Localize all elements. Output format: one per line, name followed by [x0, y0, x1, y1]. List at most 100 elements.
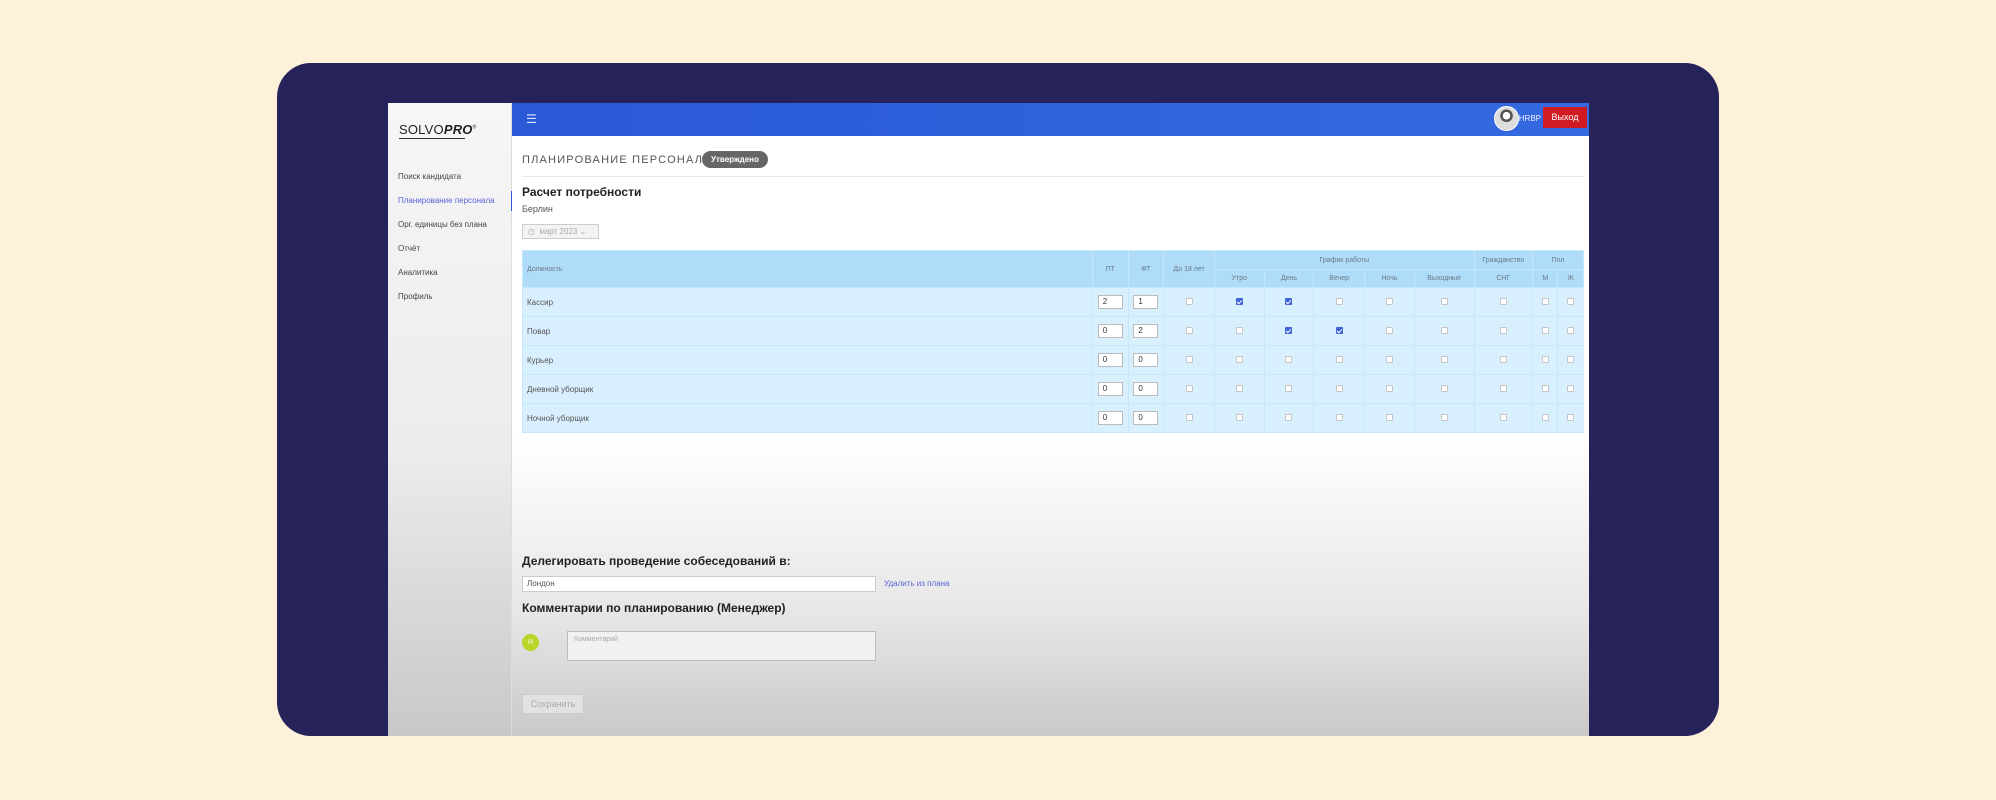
checkbox-night[interactable]: [1385, 414, 1393, 422]
checkbox-female[interactable]: [1567, 385, 1575, 393]
checkbox-under-18[interactable]: [1185, 414, 1193, 422]
table-row: Ночной уборщик 0 0: [522, 403, 1584, 433]
checkbox-evening[interactable]: [1335, 327, 1343, 335]
group-schedule: График работы: [1214, 250, 1475, 270]
checkbox-weekend[interactable]: [1440, 327, 1448, 335]
checkbox-under-18[interactable]: [1185, 385, 1193, 393]
checkbox-night[interactable]: [1385, 298, 1393, 306]
col-morning: Утро: [1214, 269, 1265, 288]
checkbox-female[interactable]: [1567, 298, 1575, 306]
checkbox-under-18[interactable]: [1185, 298, 1193, 306]
checkbox-night[interactable]: [1385, 356, 1393, 364]
group-citizenship: Гражданство: [1473, 250, 1534, 270]
sidebar-item-units-without-plan[interactable]: Орг. единицы без плана: [388, 213, 512, 237]
ft-input[interactable]: 2: [1133, 324, 1159, 338]
checkbox-male[interactable]: [1541, 356, 1549, 364]
checkbox-female[interactable]: [1567, 327, 1575, 335]
delegate-location-field[interactable]: Лондон: [522, 576, 876, 592]
checkbox-male[interactable]: [1541, 327, 1549, 335]
app-window: SOLVOPRO® Поиск кандидата Планирование п…: [388, 103, 1589, 736]
sidebar-item-report[interactable]: Отчёт: [388, 237, 512, 261]
checkbox-day[interactable]: [1285, 298, 1293, 306]
pt-input[interactable]: 2: [1097, 295, 1123, 309]
checkbox-male[interactable]: [1541, 414, 1549, 422]
checkbox-male[interactable]: [1541, 298, 1549, 306]
table-row: Курьер 0 0: [522, 345, 1584, 375]
sidebar-item-analytics[interactable]: Аналитика: [388, 261, 512, 285]
checkbox-weekend[interactable]: [1440, 356, 1448, 364]
checkbox-day[interactable]: [1285, 385, 1293, 393]
checkbox-weekend[interactable]: [1440, 385, 1448, 393]
pt-input[interactable]: 0: [1097, 353, 1123, 367]
checkbox-cis[interactable]: [1499, 356, 1507, 364]
checkbox-night[interactable]: [1385, 327, 1393, 335]
checkbox-morning[interactable]: [1235, 327, 1243, 335]
ft-input[interactable]: 0: [1133, 353, 1159, 367]
col-day: День: [1263, 269, 1315, 288]
row-position: Дневной уборщик: [522, 374, 1093, 404]
divider: [522, 176, 1584, 177]
row-position: Курьер: [522, 345, 1093, 375]
checkbox-morning[interactable]: [1235, 356, 1243, 364]
sidebar-item-staff-planning[interactable]: Планирование персонала: [388, 189, 513, 213]
month-picker[interactable]: ◷ март 2023 ⌄: [522, 224, 599, 239]
checkbox-night[interactable]: [1385, 385, 1393, 393]
table-row: Повар 0 2: [522, 316, 1584, 346]
checkbox-day[interactable]: [1285, 414, 1293, 422]
col-cis: СНГ: [1473, 269, 1534, 288]
col-under-18: До 18 лет: [1163, 250, 1216, 288]
pt-input[interactable]: 0: [1097, 382, 1123, 396]
checkbox-evening[interactable]: [1335, 414, 1343, 422]
ft-input[interactable]: 1: [1133, 295, 1159, 309]
remove-from-plan-link[interactable]: Удалить из плана: [884, 579, 949, 588]
ft-input[interactable]: 0: [1133, 382, 1159, 396]
checkbox-under-18[interactable]: [1185, 327, 1193, 335]
top-bar: ☰ HRBP Выход: [512, 103, 1589, 136]
checkbox-morning[interactable]: [1235, 385, 1243, 393]
user-avatar: H: [522, 634, 539, 651]
checkbox-under-18[interactable]: [1185, 356, 1193, 364]
calc-section-title: Расчет потребности: [522, 185, 642, 199]
chevron-down-icon: ⌄: [579, 227, 587, 236]
checkbox-cis[interactable]: [1499, 327, 1507, 335]
sidebar-item-profile[interactable]: Профиль: [388, 285, 512, 309]
main-content: ПЛАНИРОВАНИЕ ПЕРСОНАЛА Утверждено Расчет…: [512, 136, 1589, 736]
checkbox-morning[interactable]: [1235, 414, 1243, 422]
user-name: HRBP: [1518, 114, 1541, 123]
checkbox-cis[interactable]: [1499, 385, 1507, 393]
col-night: Ночь: [1364, 269, 1415, 288]
checkbox-cis[interactable]: [1499, 298, 1507, 306]
row-position: Кассир: [522, 287, 1093, 317]
col-position: Должность: [522, 250, 1093, 288]
checkbox-morning[interactable]: [1235, 298, 1243, 306]
checkbox-cis[interactable]: [1499, 414, 1507, 422]
avatar[interactable]: [1494, 106, 1519, 131]
checkbox-weekend[interactable]: [1440, 298, 1448, 306]
col-evening: Вечер: [1313, 269, 1366, 288]
city-label: Берлин: [522, 204, 553, 214]
save-button[interactable]: Сохранить: [522, 694, 584, 714]
table-row: Кассир 2 1: [522, 287, 1584, 317]
checkbox-male[interactable]: [1541, 385, 1549, 393]
checkbox-weekend[interactable]: [1440, 414, 1448, 422]
logo: SOLVOPRO®: [399, 122, 477, 139]
checkbox-evening[interactable]: [1335, 298, 1343, 306]
comment-input[interactable]: Комментарий: [567, 631, 876, 661]
pt-input[interactable]: 0: [1097, 324, 1123, 338]
hamburger-icon[interactable]: ☰: [526, 112, 537, 126]
status-badge: Утверждено: [702, 151, 768, 168]
checkbox-evening[interactable]: [1335, 385, 1343, 393]
col-weekend: Выходные: [1413, 269, 1475, 288]
ft-input[interactable]: 0: [1133, 411, 1159, 425]
logout-button[interactable]: Выход: [1543, 107, 1587, 128]
row-position: Ночной уборщик: [522, 403, 1093, 433]
sidebar-item-candidate-search[interactable]: Поиск кандидата: [388, 165, 512, 189]
table-row: Дневной уборщик 0 0: [522, 374, 1584, 404]
checkbox-day[interactable]: [1285, 327, 1293, 335]
pt-input[interactable]: 0: [1097, 411, 1123, 425]
needs-table: Должность ПТ ФТ До 18 лет График работы …: [522, 250, 1584, 433]
checkbox-evening[interactable]: [1335, 356, 1343, 364]
checkbox-female[interactable]: [1567, 414, 1575, 422]
checkbox-female[interactable]: [1567, 356, 1575, 364]
checkbox-day[interactable]: [1285, 356, 1293, 364]
